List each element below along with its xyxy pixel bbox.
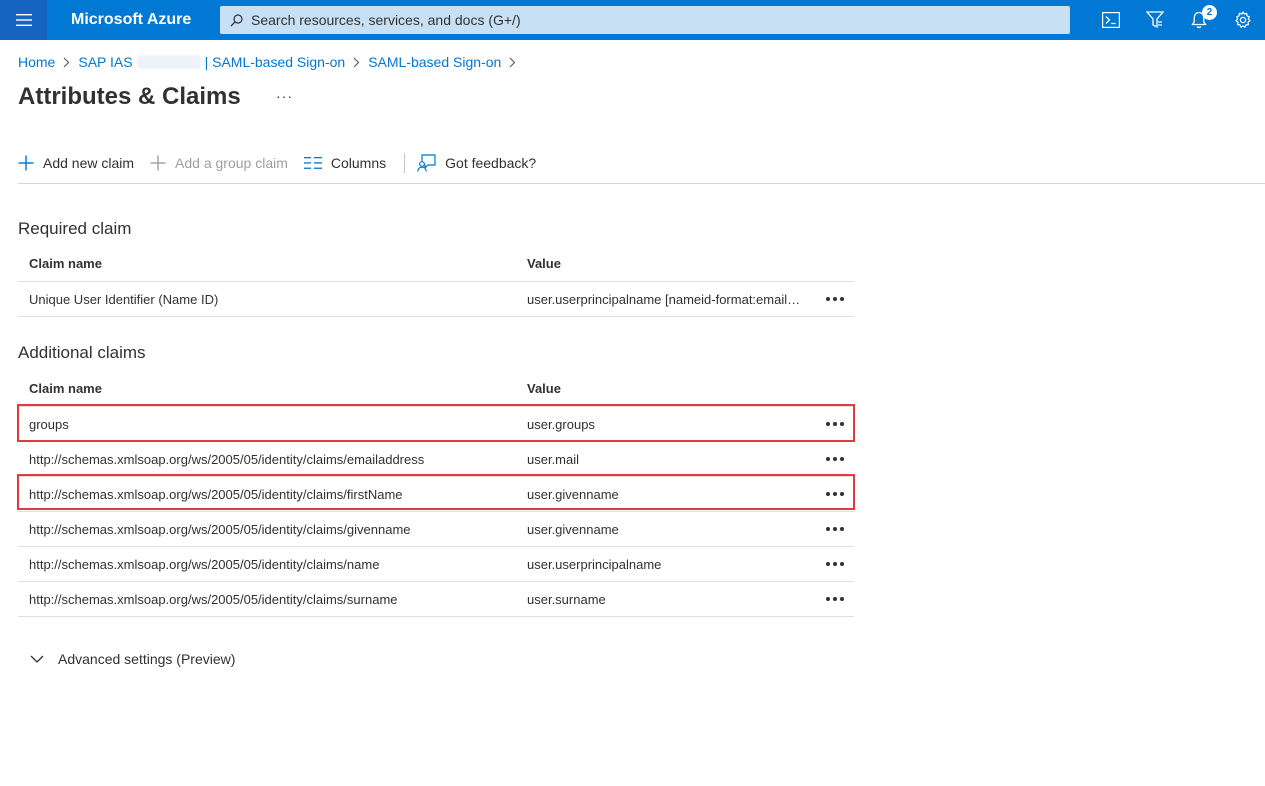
- claim-name-column-header[interactable]: Claim name: [18, 381, 516, 396]
- additional-claims-heading: Additional claims: [18, 343, 146, 362]
- claim-value-cell: user.mail: [527, 451, 580, 467]
- chevron-right-icon: [63, 57, 70, 68]
- table-row[interactable]: http://schemas.xmlsoap.org/ws/2005/05/id…: [17, 474, 855, 512]
- more-icon: [826, 297, 844, 301]
- command-bar: Add new claim Add a group claim Columns …: [18, 146, 552, 180]
- hamburger-icon: [15, 14, 32, 26]
- row-more-button[interactable]: [808, 492, 854, 496]
- title-more-button[interactable]: ···: [276, 88, 293, 104]
- row-more-button[interactable]: [808, 457, 854, 461]
- more-icon: [826, 422, 844, 426]
- grid-header: Claim name Value: [18, 371, 854, 407]
- page-title: Attributes & Claims: [18, 83, 241, 110]
- directory-filter-button[interactable]: [1133, 0, 1177, 40]
- table-row[interactable]: http://schemas.xmlsoap.org/ws/2005/05/id…: [18, 512, 854, 547]
- search-placeholder: Search resources, services, and docs (G+…: [251, 12, 521, 28]
- row-more-button[interactable]: [808, 562, 854, 566]
- directory-filter-icon: [1146, 11, 1164, 29]
- more-icon: [826, 492, 844, 496]
- advanced-settings-toggle[interactable]: Advanced settings (Preview): [30, 651, 235, 667]
- breadcrumb: Home SAP IAS | SAML-based Sign-on SAML-b…: [18, 54, 524, 70]
- chevron-right-icon: [353, 57, 360, 68]
- row-more-button[interactable]: [808, 597, 854, 601]
- redacted-app-name: [136, 55, 201, 69]
- more-icon: [826, 457, 844, 461]
- required-claim-heading: Required claim: [18, 219, 132, 238]
- table-row[interactable]: http://schemas.xmlsoap.org/ws/2005/05/id…: [18, 442, 854, 477]
- plus-icon: [18, 155, 34, 171]
- advanced-settings-label: Advanced settings (Preview): [58, 651, 236, 667]
- breadcrumb-sso[interactable]: SAML-based Sign-on: [368, 54, 501, 70]
- notifications-button[interactable]: 2: [1177, 0, 1221, 40]
- breadcrumb-app-prefix[interactable]: SAP IAS: [78, 54, 132, 70]
- claim-value-cell: user.surname: [527, 591, 606, 607]
- more-icon: [826, 562, 844, 566]
- top-bar: Microsoft Azure Search resources, servic…: [0, 0, 1265, 40]
- row-more-button[interactable]: [808, 422, 854, 426]
- plus-icon: [150, 155, 166, 171]
- claim-name-cell: http://schemas.xmlsoap.org/ws/2005/05/id…: [29, 591, 398, 607]
- value-column-header[interactable]: Value: [516, 381, 808, 396]
- global-search-input[interactable]: Search resources, services, and docs (G+…: [220, 6, 1070, 34]
- cloud-shell-icon: [1102, 12, 1120, 28]
- gear-icon: [1235, 11, 1251, 28]
- row-more-button[interactable]: [808, 527, 854, 531]
- add-new-claim-label: Add new claim: [43, 155, 135, 171]
- add-group-claim-button[interactable]: Add a group claim: [150, 155, 288, 171]
- additional-claims-grid: Claim name Value groups user.groups http…: [17, 371, 855, 617]
- columns-button[interactable]: Columns: [303, 155, 387, 171]
- table-row[interactable]: http://schemas.xmlsoap.org/ws/2005/05/id…: [18, 582, 854, 617]
- claim-name-cell: http://schemas.xmlsoap.org/ws/2005/05/id…: [29, 556, 380, 572]
- toolbar-divider: [404, 153, 406, 173]
- claim-name-cell: http://schemas.xmlsoap.org/ws/2005/05/id…: [29, 486, 403, 502]
- toolbar-divider-line: [18, 183, 1265, 184]
- feedback-button[interactable]: Got feedback?: [417, 154, 536, 172]
- grid-header: Claim name Value: [18, 246, 854, 282]
- chevron-right-icon: [509, 57, 516, 68]
- table-row[interactable]: groups user.groups: [17, 404, 855, 442]
- columns-label: Columns: [330, 155, 387, 171]
- search-icon: [230, 13, 243, 26]
- claim-name-cell: groups: [29, 416, 69, 432]
- more-icon: [826, 597, 844, 601]
- claim-name-cell: http://schemas.xmlsoap.org/ws/2005/05/id…: [29, 451, 425, 467]
- claim-value-cell: user.givenname: [527, 486, 619, 502]
- cloud-shell-button[interactable]: [1089, 0, 1133, 40]
- claim-value-cell: user.givenname: [527, 521, 619, 537]
- add-new-claim-button[interactable]: Add new claim: [18, 155, 134, 171]
- breadcrumb-home[interactable]: Home: [18, 54, 55, 70]
- feedback-icon: [417, 154, 436, 172]
- breadcrumb-app-suffix[interactable]: | SAML-based Sign-on: [205, 54, 346, 70]
- hamburger-menu-button[interactable]: [0, 0, 47, 40]
- claim-name-cell: http://schemas.xmlsoap.org/ws/2005/05/id…: [29, 521, 411, 537]
- more-icon: [826, 527, 844, 531]
- brand-title[interactable]: Microsoft Azure: [71, 11, 220, 29]
- required-claims-grid: Claim name Value Unique User Identifier …: [18, 246, 854, 317]
- chevron-down-icon: [30, 655, 44, 663]
- row-more-button[interactable]: [808, 297, 854, 301]
- claim-name-cell: Unique User Identifier (Name ID): [29, 291, 219, 307]
- claim-value-cell: user.userprincipalname [nameid-format:em…: [527, 291, 808, 307]
- columns-icon: [303, 157, 322, 169]
- feedback-label: Got feedback?: [445, 155, 537, 171]
- settings-button[interactable]: [1221, 0, 1265, 40]
- claim-value-cell: user.groups: [527, 416, 595, 432]
- add-group-claim-label: Add a group claim: [175, 155, 288, 171]
- table-row[interactable]: http://schemas.xmlsoap.org/ws/2005/05/id…: [18, 547, 854, 582]
- notification-count-badge: 2: [1202, 5, 1217, 20]
- claim-name-column-header[interactable]: Claim name: [18, 256, 516, 271]
- table-row[interactable]: Unique User Identifier (Name ID) user.us…: [18, 282, 854, 317]
- claim-value-cell: user.userprincipalname: [527, 556, 662, 572]
- value-column-header[interactable]: Value: [516, 256, 808, 271]
